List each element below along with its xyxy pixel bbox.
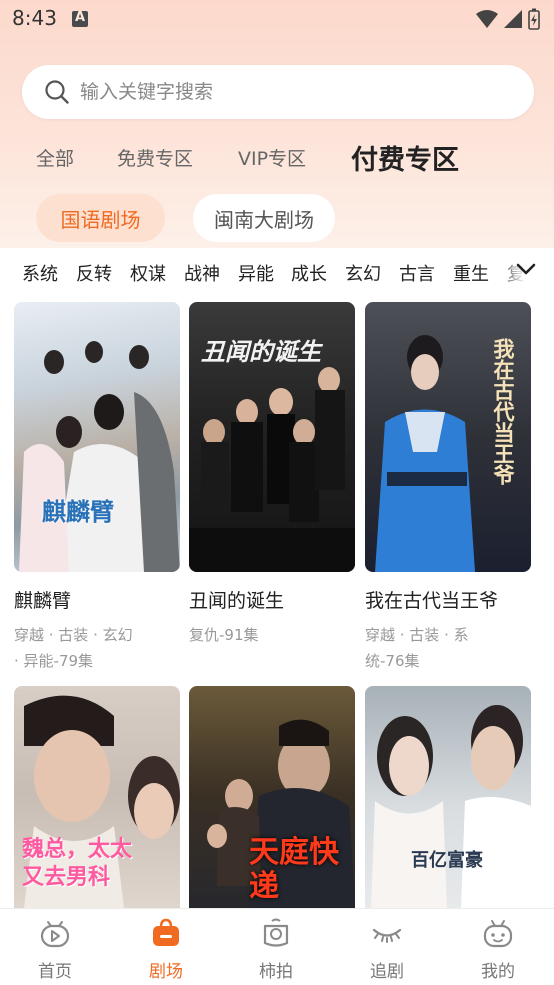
tab-all[interactable]: 全部 (36, 144, 74, 171)
theater-bag-icon (153, 918, 179, 946)
genre-item[interactable]: 成长 (291, 260, 327, 286)
tab-vip[interactable]: VIP专区 (238, 144, 306, 171)
nav-label: 柿拍 (259, 962, 293, 982)
status-bar: 8:43 (0, 0, 554, 40)
poster-title-text: 百亿富豪 (411, 850, 483, 871)
poster-figures (19, 341, 180, 572)
drama-meta-line: 穿越 · 古装 · 系 (365, 626, 469, 644)
eye-closed-icon (372, 928, 402, 943)
poster-image: 麒麟臂 (14, 302, 180, 572)
nav-label: 追剧 (370, 962, 404, 982)
search-icon (45, 80, 69, 104)
drama-meta-line: 穿越 · 古装 · 玄幻 (14, 626, 133, 644)
status-icons (476, 8, 540, 30)
drama-meta-line: 复仇-91集 (189, 626, 259, 644)
poster-title-text: 天庭快递 (249, 835, 339, 904)
search-input[interactable] (80, 65, 510, 119)
genre-item[interactable]: 异能 (238, 260, 274, 286)
camera-persimmon-icon (263, 918, 289, 947)
drama-meta: 穿越 · 古装 · 系 统-76集 (365, 622, 531, 674)
poster-title-text: 麒麟臂 (42, 498, 114, 526)
tab-paid[interactable]: 付费专区 (351, 138, 459, 177)
drama-card[interactable]: 百亿富豪 (365, 686, 531, 908)
poster-figures (371, 705, 531, 908)
nav-item-home[interactable]: 首页 (0, 909, 110, 985)
drama-title: 丑闻的诞生 (189, 590, 285, 612)
poster-title-text: 魏总，太太又去男科 (22, 837, 133, 890)
drama-meta: 复仇-91集 (189, 622, 355, 648)
bottom-navigation: 首页 剧场 柿拍 追剧 我的 (0, 908, 554, 985)
nav-item-mine[interactable]: 我的 (443, 909, 553, 985)
drama-meta-line: 统-76集 (365, 652, 420, 670)
genre-item[interactable]: 重生 (453, 260, 489, 286)
language-pill-mandarin[interactable]: 国语剧场 (36, 194, 165, 242)
genre-item[interactable]: 权谋 (130, 260, 166, 286)
nav-label: 剧场 (149, 962, 183, 982)
battery-icon (528, 8, 540, 30)
nav-label: 我的 (481, 962, 515, 982)
poster-title-text: 丑闻的诞生 (201, 338, 321, 366)
poster-image: 百亿富豪 (365, 686, 531, 908)
genre-item[interactable]: 系统 (22, 260, 58, 286)
drama-meta: 穿越 · 古装 · 玄幻 · 异能-79集 (14, 622, 180, 674)
drama-grid: 麒麟臂 麒麟臂 穿越 · 古装 · 玄幻 · 异能-79集 丑闻的诞生 丑闻的诞… (0, 296, 554, 908)
drama-title: 麒麟臂 (14, 590, 72, 612)
drama-card[interactable]: 我在古代当王爷 我在古代当王爷 穿越 · 古装 · 系 统-76集 (365, 302, 531, 674)
nav-item-shoot[interactable]: 柿拍 (221, 909, 331, 985)
nav-label: 首页 (38, 962, 72, 982)
drama-card[interactable]: 丑闻的诞生 丑闻的诞生 复仇-91集 (189, 302, 355, 648)
robot-face-icon (483, 920, 513, 948)
drama-card[interactable]: 魏总，太太又去男科 (14, 686, 180, 908)
drama-card[interactable]: 天庭快递 (189, 686, 355, 908)
chevron-down-icon[interactable] (516, 262, 536, 276)
nav-item-theater[interactable]: 剧场 (111, 909, 221, 985)
poster-title-text: 我在古代当王爷 (491, 338, 515, 485)
home-play-icon (40, 921, 70, 948)
wifi-icon (476, 10, 498, 28)
genre-filter-row: 系统 反转 权谋 战神 异能 成长 玄幻 古言 重生 复 (0, 248, 554, 296)
signal-icon (504, 10, 522, 28)
status-time: 8:43 (12, 6, 57, 30)
drama-title: 我在古代当王爷 (365, 590, 499, 612)
genre-item[interactable]: 反转 (76, 260, 112, 286)
zone-tabs: 全部 免费专区 VIP专区 付费专区 (0, 138, 554, 178)
genre-item[interactable]: 玄幻 (345, 260, 381, 286)
search-bar[interactable] (22, 65, 534, 119)
drama-meta-line: · 异能-79集 (14, 652, 94, 670)
nav-item-follow[interactable]: 追剧 (332, 909, 442, 985)
notification-a-icon (72, 10, 88, 27)
poster-image: 魏总，太太又去男科 (14, 686, 180, 908)
genre-item[interactable]: 古言 (399, 260, 435, 286)
drama-card[interactable]: 麒麟臂 麒麟臂 穿越 · 古装 · 玄幻 · 异能-79集 (14, 302, 180, 674)
poster-image: 丑闻的诞生 (189, 302, 355, 572)
language-pill-minnan[interactable]: 闽南大剧场 (193, 194, 335, 242)
genre-item[interactable]: 战神 (184, 260, 220, 286)
poster-image: 我在古代当王爷 (365, 302, 531, 572)
tab-free[interactable]: 免费专区 (117, 144, 193, 171)
poster-image: 天庭快递 (189, 686, 355, 908)
